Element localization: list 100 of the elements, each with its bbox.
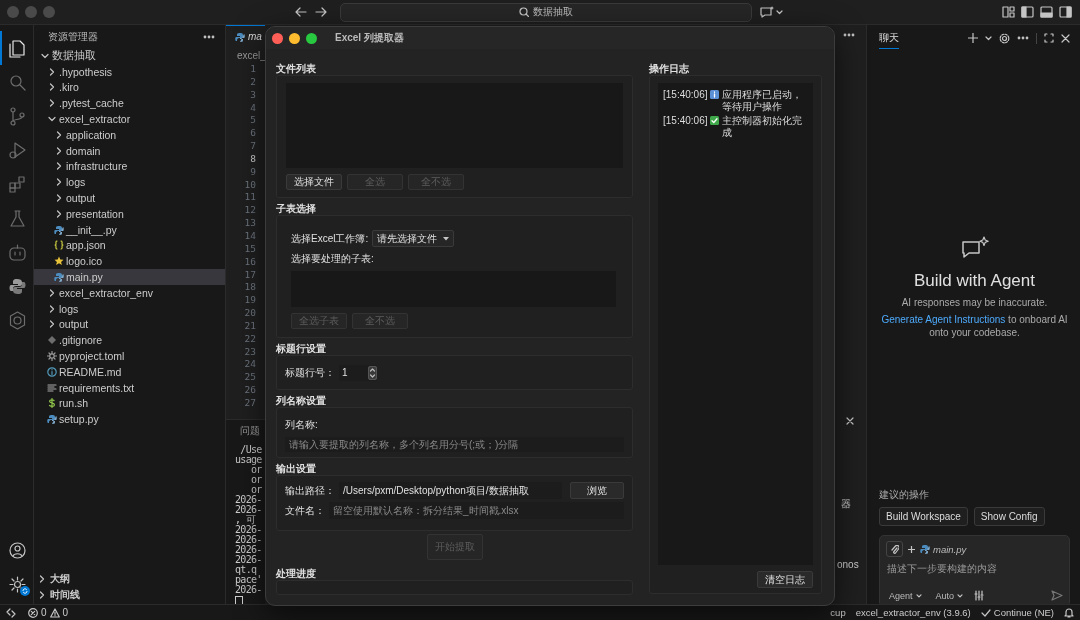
caret-icon[interactable] xyxy=(776,9,783,15)
chat-tab[interactable]: 聊天 xyxy=(879,27,899,49)
line-number: 27 xyxy=(243,396,256,410)
tree-item[interactable]: app.json xyxy=(34,237,225,254)
bell-icon[interactable] xyxy=(1064,607,1074,618)
plus-icon[interactable] xyxy=(908,545,915,553)
chat-input[interactable]: main.py 描述下一步要构建的内容 Agent Auto xyxy=(879,535,1070,604)
tree-item[interactable]: logo.ico xyxy=(34,253,225,270)
panel-toggle-icon[interactable] xyxy=(1040,6,1053,18)
panel-tab[interactable]: 问题 xyxy=(226,421,265,441)
close-icon[interactable] xyxy=(1061,33,1070,43)
suggestion-button[interactable]: Build Workspace xyxy=(879,507,968,526)
account-icon[interactable] xyxy=(7,539,28,561)
line-number: 7 xyxy=(249,140,256,153)
tree-item[interactable]: excel_extractor xyxy=(34,111,225,127)
tree-item[interactable]: setup.py xyxy=(34,411,225,428)
line-number: 25 xyxy=(243,371,256,385)
chat-icon[interactable] xyxy=(760,6,774,18)
column-names-field[interactable]: 请输入要提取的列名称，多个列名用分号(;或；)分隔 xyxy=(285,437,624,452)
caret-icon[interactable] xyxy=(985,35,992,41)
tree-item[interactable]: application xyxy=(34,127,225,143)
close-button[interactable] xyxy=(272,32,283,44)
tree-item[interactable]: logs xyxy=(34,300,225,317)
section-header[interactable]: 时间线 xyxy=(34,587,225,603)
continue-status[interactable]: Continue (NE) xyxy=(980,607,1054,618)
prompt-field[interactable]: 描述下一步要构建的内容 xyxy=(886,563,1063,574)
file-name-field[interactable]: 留空使用默认名称：拆分结果_时间戳.xlsx xyxy=(329,502,624,519)
tree-item[interactable]: requirements.txt xyxy=(34,379,225,396)
tree-item[interactable]: .kiro xyxy=(34,79,225,96)
button[interactable]: 选择文件 xyxy=(286,174,342,190)
more-icon[interactable] xyxy=(203,35,215,39)
tree-item[interactable]: .hypothesis xyxy=(34,63,225,80)
model-picker[interactable]: Auto xyxy=(932,590,967,601)
search-field[interactable]: 数据抽取 xyxy=(340,2,752,22)
tree-item[interactable]: main.py xyxy=(34,269,225,285)
terminal-line: pace' xyxy=(235,575,263,585)
tree-item[interactable]: .pytest_cache xyxy=(34,95,225,112)
problems-indicator[interactable]: 0 0 xyxy=(28,607,69,618)
stepper-icon[interactable] xyxy=(368,365,377,380)
remote-icon[interactable] xyxy=(6,607,16,618)
caret-icon xyxy=(443,236,450,241)
forward-arrow-icon[interactable] xyxy=(315,7,327,17)
field-label: 文件名： xyxy=(285,503,325,518)
tree-item[interactable]: .gitignore xyxy=(34,332,225,349)
plus-icon[interactable] xyxy=(968,33,978,43)
tree-item[interactable]: 数据抽取 xyxy=(34,48,225,64)
python-file-icon xyxy=(53,272,64,283)
extensions-icon[interactable] xyxy=(7,173,28,195)
attach-button[interactable] xyxy=(886,541,903,557)
workbook-dropdown[interactable]: 请先选择文件 xyxy=(372,230,455,247)
layout-icon[interactable] xyxy=(1002,6,1015,18)
number-field[interactable]: 1 xyxy=(339,364,377,381)
tree-item[interactable]: domain xyxy=(34,142,225,159)
log-time: [15:40:06] xyxy=(663,115,708,127)
section-header[interactable]: 大纲 xyxy=(34,571,225,587)
terminal-line: usage xyxy=(235,455,263,465)
context-file-chip[interactable]: main.py xyxy=(920,543,967,555)
onboard-text: Generate Agent Instructions to onboard AI onto your codebase. xyxy=(880,313,1069,339)
instructions-link[interactable]: Generate Agent Instructions xyxy=(881,314,1006,325)
close-icon[interactable] xyxy=(846,417,854,425)
mode-picker[interactable]: Agent xyxy=(886,590,925,601)
tree-item[interactable]: output xyxy=(34,190,225,206)
tree-item[interactable]: infrastructure xyxy=(34,158,225,175)
terminal-line: 2026- xyxy=(235,505,263,515)
tree-item[interactable]: pyproject.toml xyxy=(34,348,225,364)
sidebar-toggle-icon[interactable] xyxy=(1021,6,1034,18)
more-icon[interactable] xyxy=(1017,36,1029,40)
maximize-icon[interactable] xyxy=(1044,33,1054,43)
python-file-icon xyxy=(920,544,930,554)
status-item[interactable]: cup xyxy=(830,607,846,618)
tree-item[interactable]: output xyxy=(34,316,225,333)
tree-item[interactable]: presentation xyxy=(34,205,225,222)
error-count: 0 xyxy=(41,607,47,618)
terminal-line: or xyxy=(249,475,263,485)
files-icon[interactable] xyxy=(7,37,28,59)
hexagon-icon[interactable] xyxy=(7,309,28,331)
source-control-icon[interactable] xyxy=(7,105,28,127)
browse-button[interactable]: 浏览 xyxy=(569,482,624,499)
tools-icon[interactable] xyxy=(974,590,986,601)
send-icon[interactable] xyxy=(1051,590,1063,601)
tree-item[interactable]: excel_extractor_env xyxy=(34,284,225,301)
check-icon xyxy=(710,116,720,125)
tree-item[interactable]: logs xyxy=(34,174,225,191)
minimize-button[interactable] xyxy=(289,32,300,44)
back-arrow-icon[interactable] xyxy=(295,7,307,17)
terminal-line: 2026- xyxy=(235,535,263,545)
python-interpreter[interactable]: excel_extractor_env (3.9.6) xyxy=(855,607,971,618)
more-icon[interactable] xyxy=(843,33,855,37)
robot-icon[interactable] xyxy=(7,241,28,263)
tree-item[interactable]: __init__.py xyxy=(34,221,225,238)
output-path-field[interactable]: /Users/pxm/Desktop/python项目/数据抽取 xyxy=(339,482,562,499)
secondary-sidebar-toggle-icon[interactable] xyxy=(1059,6,1072,18)
suggestion-button[interactable]: Show Config xyxy=(973,507,1045,526)
tree-item[interactable]: run.sh xyxy=(34,395,225,412)
line-number: 8 xyxy=(249,152,256,166)
zoom-button[interactable] xyxy=(306,32,317,44)
clear-log-button[interactable]: 清空日志 xyxy=(757,571,813,588)
section-heading: 输出设置 xyxy=(276,462,317,475)
tree-item[interactable]: README.md xyxy=(34,363,225,380)
dollar-sign-icon xyxy=(46,398,57,409)
